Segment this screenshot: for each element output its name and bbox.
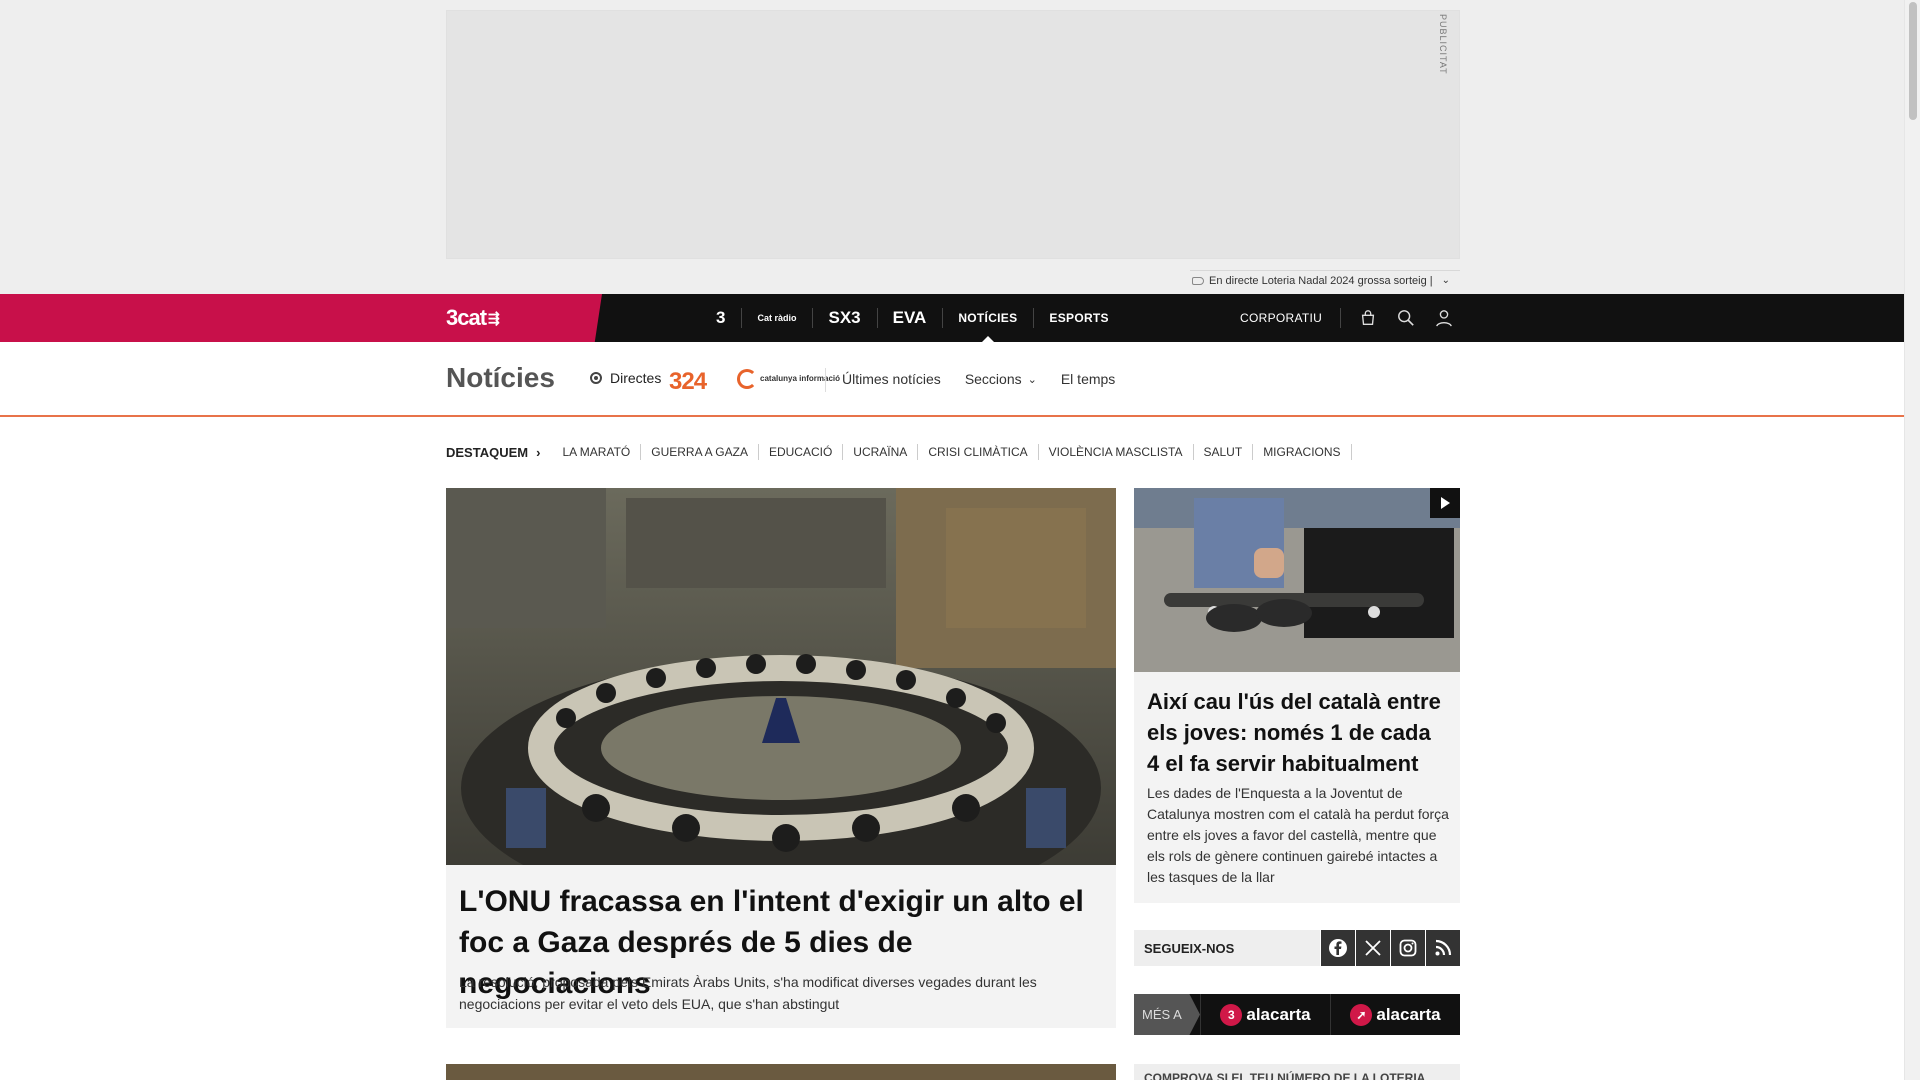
divider (825, 368, 826, 392)
rss-icon[interactable] (1426, 930, 1460, 966)
nav-right: CORPORATIU (1240, 294, 1463, 342)
el-temps-link[interactable]: El temps (1061, 371, 1115, 387)
topic-link[interactable]: GUERRA A GAZA (641, 444, 759, 460)
channel-esports-label: ESPORTS (1049, 311, 1109, 325)
topic-link[interactable]: CRISI CLIMÀTICA (918, 444, 1039, 460)
channel-list: 3 Cat ràdio SX3 EVA NOTÍCIES ESPORTS (700, 294, 1125, 342)
channel-tv3-label: 3 (716, 308, 726, 327)
channel-noticies[interactable]: NOTÍCIES (942, 294, 1033, 342)
search-icon[interactable] (1387, 294, 1425, 342)
topic-link[interactable]: LA MARATÓ (552, 444, 642, 460)
chevron-down-icon: ⌄ (1027, 373, 1037, 386)
destaquem-lead: DESTAQUEM › (446, 445, 540, 460)
topic-link[interactable]: EDUCACIÓ (759, 444, 844, 460)
video-badge (1430, 488, 1460, 518)
tv3-badge-icon: 3 (1220, 1003, 1243, 1026)
main-story-summary: La resolució, proposada pels Emirats Àra… (459, 974, 1037, 1012)
channel-eva[interactable]: EVA (876, 294, 943, 342)
brand-block (0, 294, 602, 342)
mes-a-label: MÉS A (1134, 994, 1200, 1035)
instagram-icon[interactable] (1391, 930, 1425, 966)
main-story-card[interactable]: L'ONU fracassa en l'intent d'exigir un a… (446, 488, 1116, 1028)
ticker-text: En directe Loteria Nadal 2024 grossa sor… (1209, 274, 1433, 287)
advertisement-slot[interactable] (446, 10, 1460, 259)
chevron-right-icon: › (536, 444, 541, 460)
ad-label: PUBLICITAT (1438, 14, 1448, 75)
topic-link[interactable]: MIGRACIONS (1253, 444, 1352, 460)
live-ticker[interactable]: En directe Loteria Nadal 2024 grossa sor… (1190, 270, 1460, 290)
logo-324[interactable]: 324 (669, 368, 707, 396)
main-story-image[interactable] (446, 488, 1116, 865)
section-header: Notícies Directes 324 catalunya informac… (0, 342, 1904, 417)
channel-catradio-label: Cat ràdio (757, 313, 797, 323)
page-title: Notícies (446, 362, 555, 393)
play-icon (1441, 497, 1450, 509)
un-council-photo (446, 488, 1116, 865)
chevron-down-icon[interactable]: ⌄ (1442, 275, 1450, 286)
next-story-title[interactable]: COMPROVA SI EL TEU NÚMERO DE LA LOTERIA (1134, 1064, 1460, 1080)
follow-us-bar: SEGUEIX-NOS (1134, 930, 1460, 966)
side-story-card[interactable]: Així cau l'ús del català entre els joves… (1134, 488, 1460, 903)
alacarta-bar: MÉS A 3 alacarta ➚ alacarta (1134, 994, 1460, 1035)
channel-catradio[interactable]: Cat ràdio (741, 294, 812, 342)
brand-text: 3cat (446, 305, 487, 330)
seccions-dropdown[interactable]: Seccions ⌄ (965, 371, 1037, 387)
side-story-headline[interactable]: Així cau l'ús del català entre els joves… (1147, 686, 1447, 779)
catradio-badge-icon: ➚ (1350, 1003, 1373, 1026)
channel-tv3[interactable]: 3 (700, 294, 741, 342)
destaquem-bar: DESTAQUEM › LA MARATÓ GUERRA A GAZA EDUC… (446, 444, 1352, 460)
topic-link[interactable]: VIOLÈNCIA MASCLISTA (1039, 444, 1194, 460)
follow-us-label: SEGUEIX-NOS (1134, 930, 1320, 966)
scrollbar-thumb[interactable] (1909, 2, 1917, 120)
main-nav: 3cat ⇶ 3 Cat ràdio SX3 EVA NOTÍCIES ESPO… (0, 294, 1904, 342)
x-icon[interactable] (1356, 930, 1390, 966)
user-icon[interactable] (1425, 294, 1463, 342)
ultimes-noticies-link[interactable]: Últimes notícies (842, 371, 941, 387)
seccions-label: Seccions (964, 371, 1022, 387)
channel-esports[interactable]: ESPORTS (1033, 294, 1124, 342)
alacarta-label: alacarta (1246, 1004, 1311, 1024)
catradio-alacarta-link[interactable]: ➚ alacarta (1330, 994, 1460, 1035)
topic-link[interactable]: UCRAÏNA (843, 444, 919, 460)
corporatiu-link[interactable]: CORPORATIU (1240, 308, 1342, 328)
channel-sx3-label: SX3 (828, 308, 861, 327)
channel-noticies-label: NOTÍCIES (958, 311, 1018, 325)
brand-arrows-icon: ⇶ (488, 309, 500, 326)
channel-sx3[interactable]: SX3 (812, 294, 876, 342)
channel-eva-label: EVA (892, 308, 927, 327)
directes-link[interactable]: Directes (590, 370, 661, 386)
skateboard-photo (1134, 488, 1460, 672)
side-story-summary: Les dades de l'Enquesta a la Joventut de… (1147, 785, 1449, 885)
destaquem-label: DESTAQUEM (446, 444, 529, 460)
shop-icon[interactable] (1349, 294, 1387, 342)
page-scrollbar[interactable] (1904, 0, 1920, 1080)
side-story-image[interactable] (1134, 488, 1460, 672)
section-links: Últimes notícies Seccions ⌄ El temps (842, 371, 1115, 387)
directes-label: Directes (610, 370, 662, 386)
logo-324-text: 324 (669, 368, 707, 395)
ad-zone: PUBLICITAT En directe Loteria Nadal 2024… (0, 0, 1904, 294)
ci-circle-icon (737, 369, 757, 389)
logo-ci-text: catalunya informació (760, 374, 841, 383)
facebook-icon[interactable] (1321, 930, 1355, 966)
topic-link[interactable]: SALUT (1194, 444, 1254, 460)
alacarta-label: alacarta (1376, 1004, 1441, 1024)
next-story-image[interactable] (446, 1064, 1116, 1080)
brand-logo[interactable]: 3cat ⇶ (446, 305, 500, 331)
live-icon (590, 372, 602, 384)
tag-icon (1192, 276, 1204, 285)
tv3-alacarta-link[interactable]: 3 alacarta (1200, 994, 1330, 1035)
